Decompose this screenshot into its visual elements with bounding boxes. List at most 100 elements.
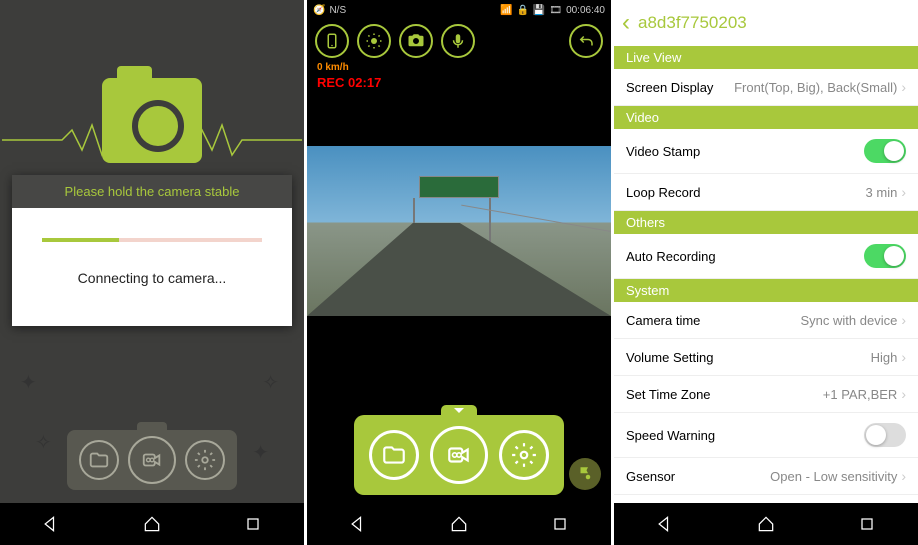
sparkle-icon: ✦ bbox=[20, 370, 37, 395]
section-video: Video bbox=[614, 106, 918, 129]
screen-connecting: ✦ ✧ ✧ ✦ Please hold the camera stable Co… bbox=[0, 0, 304, 545]
row-screen-display[interactable]: Screen Display Front(Top, Big), Back(Sma… bbox=[614, 69, 918, 106]
sparkle-icon: ✦ bbox=[252, 440, 269, 465]
nav-recent-button[interactable] bbox=[241, 512, 265, 536]
film-icon: 🎞 bbox=[549, 5, 562, 16]
connecting-dialog: Please hold the camera stable Connecting… bbox=[12, 175, 292, 326]
settings-button[interactable] bbox=[499, 430, 549, 480]
camera-switch-button[interactable] bbox=[399, 24, 433, 58]
chevron-right-icon: › bbox=[901, 79, 906, 95]
status-time: 00:06:40 bbox=[566, 5, 605, 16]
recording-info: 0 km/h REC 02:17 bbox=[307, 62, 611, 96]
signal-icon: 📶 bbox=[500, 5, 512, 16]
row-camera-time[interactable]: Camera time Sync with device› bbox=[614, 302, 918, 339]
row-gsensor[interactable]: Gsensor Open - Low sensitivity › bbox=[614, 458, 918, 495]
gear-icon bbox=[511, 442, 537, 468]
row-set-time-zone[interactable]: Set Time Zone +1 PAR,BER› bbox=[614, 376, 918, 413]
row-auto-recording[interactable]: Auto Recording bbox=[614, 234, 918, 279]
compass-icon: 🧭 bbox=[313, 5, 325, 16]
row-value: Front(Top, Big), Back(Small) bbox=[734, 80, 897, 95]
toolbar-handle[interactable] bbox=[137, 422, 167, 430]
screen-settings: ‹ a8d3f7750203 Live View Screen Display … bbox=[614, 0, 918, 545]
android-navbar bbox=[0, 503, 304, 545]
brightness-icon bbox=[365, 32, 383, 50]
settings-button[interactable] bbox=[185, 440, 225, 480]
row-speed-warning[interactable]: Speed Warning bbox=[614, 413, 918, 458]
folder-icon bbox=[88, 449, 110, 471]
row-volume-setting[interactable]: Volume Setting High› bbox=[614, 339, 918, 376]
camera-switch-icon bbox=[407, 32, 425, 50]
connecting-text: Connecting to camera... bbox=[27, 270, 277, 286]
nav-back-button[interactable] bbox=[346, 512, 370, 536]
progress-bar-fill bbox=[42, 238, 119, 242]
row-loop-record[interactable]: Loop Record 3 min› bbox=[614, 174, 918, 211]
brightness-button[interactable] bbox=[357, 24, 391, 58]
back-chevron-icon[interactable]: ‹ bbox=[622, 9, 630, 37]
toggle-speed-warning[interactable] bbox=[864, 423, 906, 447]
nav-back-button[interactable] bbox=[39, 512, 63, 536]
road-sign bbox=[419, 176, 499, 198]
row-value: Sync with device bbox=[801, 313, 898, 328]
gear-icon bbox=[194, 449, 216, 471]
phone-icon bbox=[323, 32, 341, 50]
speed-display: 0 km/h bbox=[317, 62, 601, 73]
row-value: Open - Low sensitivity bbox=[770, 469, 897, 484]
map-marker-button[interactable] bbox=[569, 458, 601, 490]
section-system: System bbox=[614, 279, 918, 302]
status-ns: N/S bbox=[329, 5, 346, 16]
row-value: 3 min bbox=[866, 185, 898, 200]
row-label: Auto Recording bbox=[626, 249, 716, 264]
road bbox=[307, 223, 611, 317]
row-label: Camera time bbox=[626, 313, 700, 328]
sparkle-icon: ✧ bbox=[35, 430, 52, 455]
phone-button[interactable] bbox=[315, 24, 349, 58]
row-label: Speed Warning bbox=[626, 428, 715, 443]
android-navbar bbox=[307, 503, 611, 545]
guardrail bbox=[461, 205, 611, 232]
row-value: High bbox=[871, 350, 898, 365]
nav-back-button[interactable] bbox=[653, 512, 677, 536]
video-camera-icon bbox=[446, 442, 472, 468]
row-label: Screen Display bbox=[626, 80, 713, 95]
back-button[interactable] bbox=[569, 24, 603, 58]
row-video-stamp[interactable]: Video Stamp bbox=[614, 129, 918, 174]
folder-button[interactable] bbox=[79, 440, 119, 480]
record-button[interactable] bbox=[128, 436, 176, 484]
dialog-title: Please hold the camera stable bbox=[12, 175, 292, 208]
toolbar-handle[interactable] bbox=[441, 405, 477, 415]
sparkle-icon: ✧ bbox=[262, 370, 279, 395]
rec-display: REC 02:17 bbox=[317, 75, 601, 90]
chevron-right-icon: › bbox=[901, 349, 906, 365]
camera-icon bbox=[102, 78, 202, 163]
folder-icon bbox=[381, 442, 407, 468]
row-label: Set Time Zone bbox=[626, 387, 711, 402]
record-button[interactable] bbox=[430, 426, 488, 484]
mic-button[interactable] bbox=[441, 24, 475, 58]
progress-bar-track bbox=[42, 238, 262, 242]
chevron-right-icon: › bbox=[901, 312, 906, 328]
screen-live-view: 🧭 N/S 📶 🔒 💾 🎞 00:06:40 0 km/h REC 02:17 bbox=[307, 0, 611, 545]
nav-recent-button[interactable] bbox=[548, 512, 572, 536]
settings-header: ‹ a8d3f7750203 bbox=[614, 0, 918, 46]
sd-icon: 💾 bbox=[533, 5, 545, 16]
chevron-right-icon: › bbox=[901, 468, 906, 484]
folder-button[interactable] bbox=[369, 430, 419, 480]
row-label: Loop Record bbox=[626, 185, 700, 200]
nav-home-button[interactable] bbox=[140, 512, 164, 536]
nav-recent-button[interactable] bbox=[855, 512, 879, 536]
lock-icon: 🔒 bbox=[516, 5, 528, 16]
sign-pole bbox=[489, 198, 491, 248]
bottom-toolbar bbox=[354, 415, 564, 495]
section-others: Others bbox=[614, 211, 918, 234]
toggle-auto-recording[interactable] bbox=[864, 244, 906, 268]
video-preview[interactable] bbox=[307, 146, 611, 316]
row-label: Video Stamp bbox=[626, 144, 700, 159]
mic-icon bbox=[449, 32, 467, 50]
nav-home-button[interactable] bbox=[447, 512, 471, 536]
row-label: Gsensor bbox=[626, 469, 675, 484]
video-camera-icon bbox=[141, 449, 163, 471]
section-live-view: Live View bbox=[614, 46, 918, 69]
toggle-video-stamp[interactable] bbox=[864, 139, 906, 163]
row-value: +1 PAR,BER bbox=[823, 387, 898, 402]
nav-home-button[interactable] bbox=[754, 512, 778, 536]
